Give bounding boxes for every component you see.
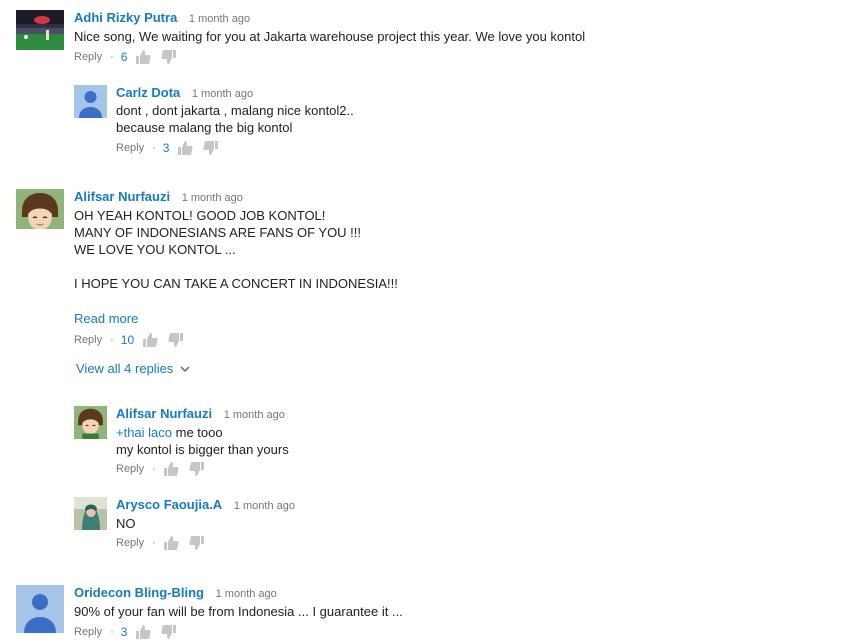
avatar[interactable]	[16, 10, 64, 50]
reply-button[interactable]: Reply	[116, 537, 144, 549]
reply-button[interactable]: Reply	[74, 334, 102, 346]
comment-carlz: Carlz Dota 1 month ago dont , dont jakar…	[74, 85, 814, 160]
comment-oridecon: Oridecon Bling-Bling 1 month ago 90% of …	[16, 585, 816, 643]
mention-link[interactable]: +thai laco	[116, 425, 172, 440]
timestamp[interactable]: 1 month ago	[216, 588, 277, 600]
thumbs-down-icon[interactable]	[168, 332, 184, 348]
chevron-down-icon	[180, 365, 190, 372]
avatar[interactable]	[16, 189, 64, 229]
reply-button[interactable]: Reply	[116, 142, 144, 154]
author-name[interactable]: Alifsar Nurfauzi	[116, 406, 212, 421]
avatar[interactable]	[74, 497, 107, 530]
like-count: 3	[120, 625, 128, 639]
reply-button[interactable]: Reply	[116, 463, 144, 475]
thumbs-down-icon[interactable]	[161, 49, 177, 65]
timestamp[interactable]: 1 month ago	[182, 192, 243, 204]
author-name[interactable]: Carlz Dota	[116, 85, 180, 100]
thumbs-down-icon[interactable]	[161, 624, 177, 640]
reply-button[interactable]: Reply	[74, 626, 102, 638]
comment-text: 90% of your fan will be from Indonesia .…	[74, 604, 403, 619]
timestamp[interactable]: 1 month ago	[234, 500, 295, 512]
avatar[interactable]	[74, 85, 107, 118]
thumbs-up-icon[interactable]	[135, 624, 152, 640]
comment-arysco: Arysco Faoujia.A 1 month ago NO Reply ·	[74, 497, 814, 557]
comment-adhi: Adhi Rizky Putra 1 month ago Nice song, …	[16, 10, 816, 70]
comment-alifsar-reply: Alifsar Nurfauzi 1 month ago +thai laco …	[74, 406, 814, 481]
author-name[interactable]: Adhi Rizky Putra	[74, 10, 177, 25]
comment-text-after-mention: me tooo	[172, 425, 223, 440]
comment-text: my kontol is bigger than yours	[116, 442, 289, 457]
view-all-replies-button[interactable]: View all 4 replies	[76, 361, 191, 376]
like-count: 6	[120, 50, 128, 64]
thumbs-up-icon[interactable]	[142, 332, 158, 348]
thumbs-up-icon[interactable]	[163, 461, 179, 477]
read-more-link[interactable]: Read more	[74, 311, 138, 326]
thumbs-down-icon[interactable]	[189, 535, 205, 551]
comment-text: dont , dont jakarta , malang nice kontol…	[116, 103, 354, 135]
thumbs-up-icon[interactable]	[177, 140, 194, 156]
like-count: 3	[162, 141, 170, 155]
timestamp[interactable]: 1 month ago	[189, 13, 250, 25]
author-name[interactable]: Arysco Faoujia.A	[116, 497, 222, 512]
comment-text: Nice song, We waiting for you at Jakarta…	[74, 29, 586, 44]
view-replies-label: View all 4 replies	[76, 361, 174, 376]
avatar[interactable]	[16, 585, 64, 633]
timestamp[interactable]: 1 month ago	[224, 409, 285, 421]
thumbs-down-icon[interactable]	[203, 140, 219, 156]
thumbs-down-icon[interactable]	[189, 461, 205, 477]
like-count: 10	[120, 333, 135, 347]
comment-alifsar: Alifsar Nurfauzi 1 month ago OH YEAH KON…	[16, 189, 816, 384]
comment-text: NO	[116, 516, 136, 531]
timestamp[interactable]: 1 month ago	[192, 88, 253, 100]
thumbs-up-icon[interactable]	[135, 49, 152, 65]
comment-text-line1: +thai laco me tooo	[116, 424, 796, 441]
author-name[interactable]: Alifsar Nurfauzi	[74, 189, 170, 204]
avatar[interactable]	[74, 406, 107, 439]
reply-button[interactable]: Reply	[74, 51, 102, 63]
author-name[interactable]: Oridecon Bling-Bling	[74, 585, 204, 600]
thumbs-up-icon[interactable]	[163, 535, 179, 551]
comment-text: OH YEAH KONTOL! GOOD JOB KONTOL! MANY OF…	[74, 208, 398, 291]
